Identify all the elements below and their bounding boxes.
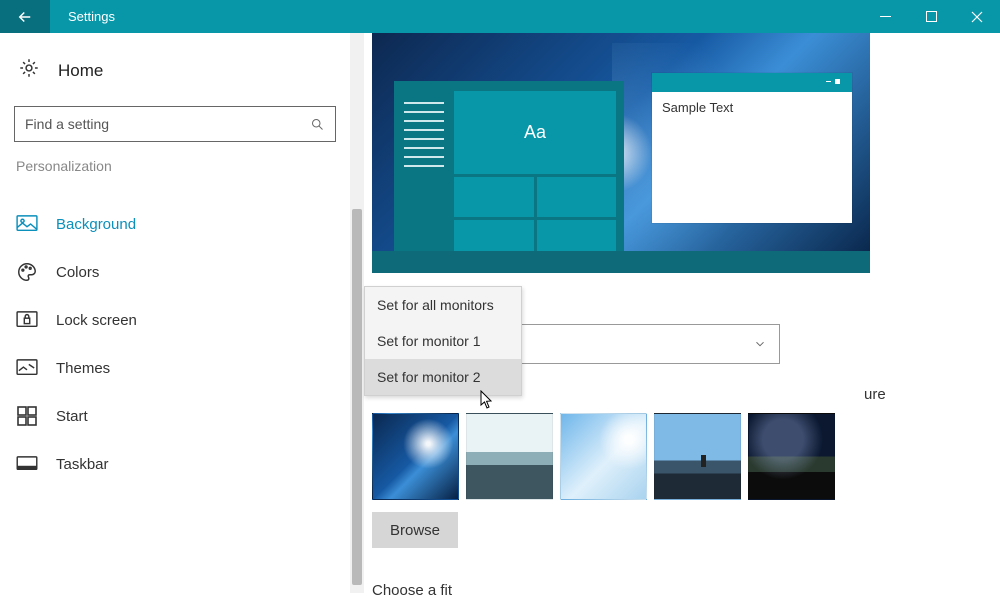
sidebar-item-label: Taskbar xyxy=(56,456,109,473)
thumbnail-3[interactable] xyxy=(560,413,647,500)
choose-picture-partial: ure xyxy=(864,386,886,403)
titlebar: Settings xyxy=(0,0,1000,33)
preview-window-text: Sample Text xyxy=(652,92,852,123)
taskbar-icon xyxy=(16,453,38,475)
preview-tile-aa: Aa xyxy=(454,91,616,174)
sidebar-item-colors[interactable]: Colors xyxy=(14,248,336,296)
sidebar-item-lockscreen[interactable]: Lock screen xyxy=(14,296,336,344)
chevron-down-icon xyxy=(753,337,767,351)
back-button[interactable] xyxy=(0,0,50,33)
picture-thumbnails xyxy=(372,413,835,500)
context-menu: Set for all monitors Set for monitor 1 S… xyxy=(364,286,522,396)
close-icon xyxy=(971,11,983,23)
category-label: Personalization xyxy=(16,158,336,174)
context-item-monitor-1[interactable]: Set for monitor 1 xyxy=(365,323,521,359)
minimize-button[interactable] xyxy=(862,0,908,33)
palette-icon xyxy=(16,261,38,283)
scrollbar[interactable] xyxy=(350,33,364,593)
sidebar-item-background[interactable]: Background xyxy=(14,200,336,248)
thumbnail-1[interactable] xyxy=(372,413,459,500)
choose-fit-label: Choose a fit xyxy=(372,582,452,599)
sidebar-item-taskbar[interactable]: Taskbar xyxy=(14,440,336,488)
sidebar-item-label: Lock screen xyxy=(56,312,137,329)
start-icon xyxy=(16,405,38,427)
maximize-icon xyxy=(926,11,937,22)
minimize-icon xyxy=(880,11,891,22)
search-icon xyxy=(310,117,325,132)
preview-window: Sample Text xyxy=(652,73,852,223)
lockscreen-icon xyxy=(16,309,38,331)
desktop-preview: Aa Sample Text xyxy=(372,33,870,273)
thumbnail-2[interactable] xyxy=(466,413,553,500)
sidebar-item-start[interactable]: Start xyxy=(14,392,336,440)
home-link[interactable]: Home xyxy=(14,51,336,90)
search-placeholder: Find a setting xyxy=(25,116,109,132)
thumbnail-5[interactable] xyxy=(748,413,835,500)
maximize-button[interactable] xyxy=(908,0,954,33)
home-label: Home xyxy=(58,61,103,81)
browse-button[interactable]: Browse xyxy=(372,512,458,548)
sidebar-item-label: Themes xyxy=(56,360,110,377)
sidebar: Home Find a setting Personalization Back… xyxy=(0,33,350,593)
scrollbar-thumb[interactable] xyxy=(352,209,362,585)
cursor-icon xyxy=(480,390,494,410)
picture-icon xyxy=(16,213,38,235)
context-item-monitor-2[interactable]: Set for monitor 2 xyxy=(365,359,521,395)
context-item-all-monitors[interactable]: Set for all monitors xyxy=(365,287,521,323)
nav-list: Background Colors Lock screen Themes xyxy=(14,200,336,488)
sidebar-item-label: Colors xyxy=(56,264,99,281)
window-title: Settings xyxy=(50,0,133,33)
themes-icon xyxy=(16,357,38,379)
sidebar-item-label: Background xyxy=(56,216,136,233)
sidebar-item-label: Start xyxy=(56,408,88,425)
close-button[interactable] xyxy=(954,0,1000,33)
sidebar-item-themes[interactable]: Themes xyxy=(14,344,336,392)
thumbnail-4[interactable] xyxy=(654,413,741,500)
search-input[interactable]: Find a setting xyxy=(14,106,336,142)
gear-icon xyxy=(18,57,40,84)
arrow-left-icon xyxy=(16,8,34,26)
